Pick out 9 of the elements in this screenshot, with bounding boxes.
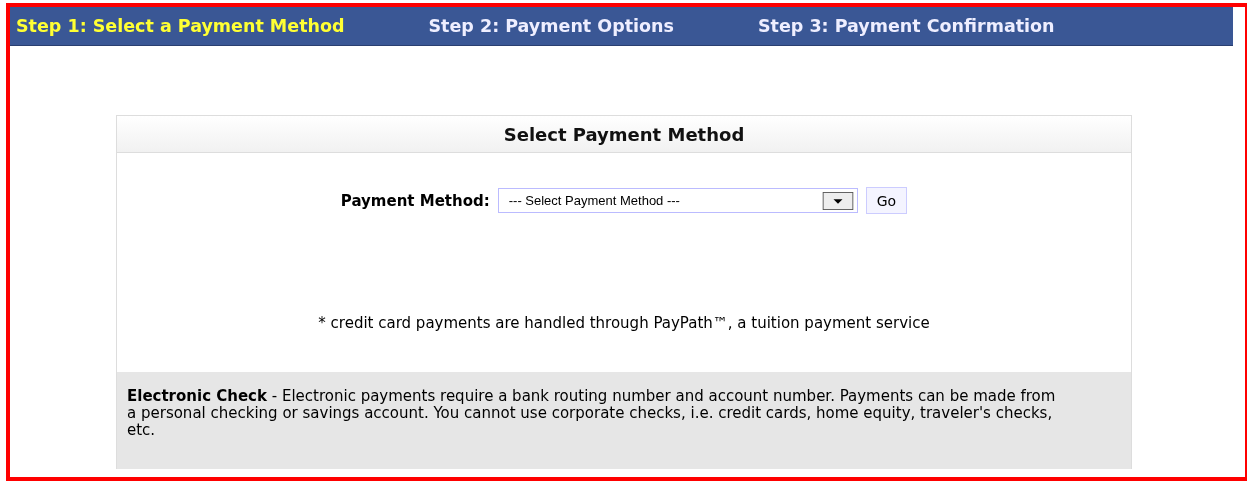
step-label: Step 1: Select a Payment Method [16,16,345,36]
step-label: Step 3: Payment Confirmation [757,16,1055,36]
credit-card-note: * credit card payments are handled through PayPath™, a tuition payment service [317,314,931,334]
field-label: Payment Method: [340,191,490,210]
electronic-check-description: Electronic Check - Electronic payments require a bank routing number and account number. Payments can be made from a personal checking or savings account. You cannot use corporate checks, i.e. credit cards, home equity, traveler's checks, etc. [127,388,1057,439]
payment-method-select[interactable]: --- Select Payment Method --- [497,188,858,213]
panel-title: Select Payment Method [503,123,745,145]
step-label: Step 2: Payment Options [428,16,674,36]
go-button[interactable]: Go [865,187,908,214]
